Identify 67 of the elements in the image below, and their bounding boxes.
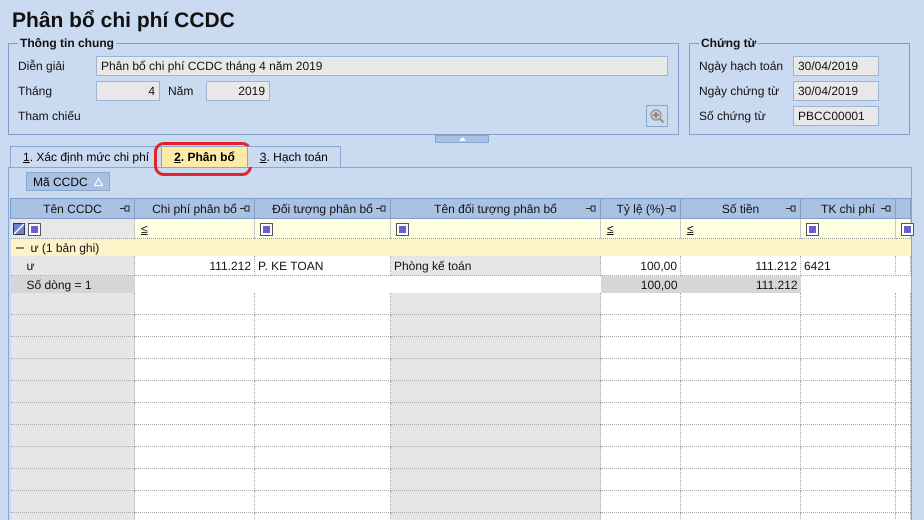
pin-icon xyxy=(240,205,250,212)
operator-label[interactable]: ≤ xyxy=(687,222,694,236)
field-label: Ngày hạch toán xyxy=(699,59,784,73)
pin-icon xyxy=(786,205,796,212)
filter-cell[interactable]: ≤ xyxy=(680,218,800,238)
field-label: Năm xyxy=(168,84,194,98)
collapse-handle[interactable] xyxy=(435,135,489,143)
magnifier-plus-icon xyxy=(649,108,665,124)
month-field[interactable]: 4 xyxy=(96,81,160,101)
description-field[interactable]: Phân bổ chi phí CCDC tháng 4 năm 2019 xyxy=(96,56,668,76)
table-cell: 100,00 xyxy=(600,256,680,276)
filter-checkbox-icon[interactable] xyxy=(806,222,819,236)
filter-cell[interactable] xyxy=(10,218,134,238)
field-label: Số chứng từ xyxy=(699,109,767,123)
tab[interactable]: 3. Hạch toán xyxy=(246,146,341,167)
operator-label[interactable]: ≤ xyxy=(141,222,148,236)
field-label: Tháng xyxy=(18,84,54,98)
column-header[interactable]: Tỷ lệ (%) xyxy=(600,198,680,218)
table-cell: P. KE TOAN xyxy=(254,256,390,276)
filter-checkbox-icon[interactable] xyxy=(901,222,914,236)
pin-icon xyxy=(586,205,596,212)
group-title: Chứng từ xyxy=(700,36,758,50)
field-label: Tham chiếu xyxy=(18,109,82,123)
filter-checkbox-icon[interactable] xyxy=(28,222,40,236)
filter-checkbox-icon[interactable] xyxy=(260,222,273,236)
table-cell xyxy=(896,256,910,276)
filter-cell[interactable] xyxy=(254,218,390,238)
voucher-field[interactable]: PBCC00001 xyxy=(793,106,879,126)
filter-checkbox-icon[interactable] xyxy=(396,222,409,236)
column-header[interactable]: Số tiền xyxy=(680,198,800,218)
table-cell: 111.212 xyxy=(680,256,800,276)
column-header[interactable]: Tên đối tượng phân bổ xyxy=(390,198,600,218)
summary-cell: Số dòng = 1 xyxy=(10,276,134,293)
summary-cell: 100,00 xyxy=(600,276,680,293)
caret-icon xyxy=(458,137,466,141)
column-header[interactable]: Tên CCDC xyxy=(10,198,134,218)
table-cell: Phòng kế toán xyxy=(390,256,600,276)
filter-editor-icon[interactable] xyxy=(12,223,24,236)
filter-cell[interactable] xyxy=(800,218,896,238)
table-cell: 111.212 xyxy=(134,256,254,276)
pin-icon xyxy=(376,205,386,212)
column-header[interactable]: Chi phí phân bổ xyxy=(134,198,254,218)
pin-icon xyxy=(881,205,891,212)
voucher-field[interactable]: 30/04/2019 xyxy=(793,81,879,101)
group-label: ư (1 bản ghi) xyxy=(30,240,100,254)
column-header[interactable]: Đối tượng phân bổ xyxy=(254,198,390,218)
tab[interactable]: 1. Xác định mức chi phí xyxy=(10,146,162,167)
voucher-field[interactable]: 30/04/2019 xyxy=(793,56,879,76)
pin-icon xyxy=(120,205,130,212)
group-title: Thông tin chung xyxy=(19,36,115,50)
tab[interactable]: 2. Phân bổ xyxy=(161,146,248,167)
page-title: Phân bổ chi phí CCDC xyxy=(11,8,236,34)
sort-ascending-icon xyxy=(94,178,103,186)
filter-cell[interactable] xyxy=(390,218,600,238)
summary-cell: 111.212 xyxy=(680,276,800,293)
field-label: Ngày chứng từ xyxy=(699,84,780,98)
operator-label[interactable]: ≤ xyxy=(607,222,614,236)
filter-cell[interactable]: ≤ xyxy=(134,218,254,238)
field-label: Diễn giải xyxy=(18,59,66,73)
year-field[interactable]: 2019 xyxy=(206,81,270,101)
table-cell: ư xyxy=(10,256,134,276)
group-row[interactable]: ư (1 bản ghi) xyxy=(10,238,910,256)
group-by-chip[interactable]: Mã CCDC xyxy=(26,172,110,191)
column-header[interactable]: TK chi phí xyxy=(800,198,896,218)
table-cell: 6421 xyxy=(800,256,896,276)
filter-cell[interactable]: ≤ xyxy=(600,218,680,238)
pin-icon xyxy=(666,205,676,212)
